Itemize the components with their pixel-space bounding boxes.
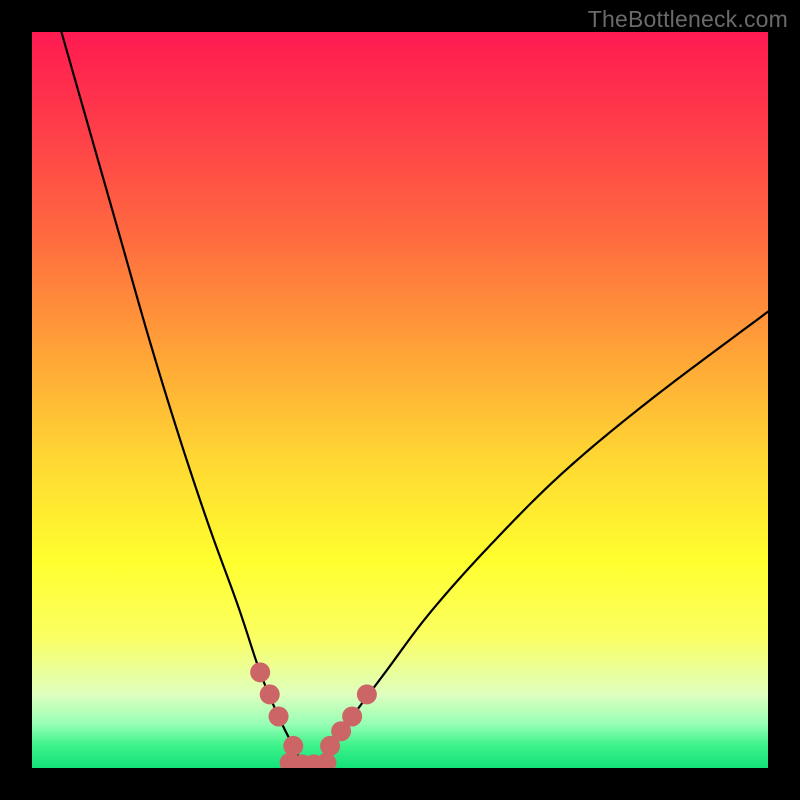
- curve-marker: [357, 684, 377, 704]
- curve-marker: [342, 706, 362, 726]
- curve-marker: [283, 736, 303, 756]
- watermark-text: TheBottleneck.com: [588, 6, 788, 33]
- curve-markers: [250, 662, 377, 768]
- chart-frame: TheBottleneck.com: [0, 0, 800, 800]
- curve-marker: [260, 684, 280, 704]
- curve-marker: [269, 706, 289, 726]
- bottleneck-curve-line: [61, 32, 768, 767]
- curve-marker: [250, 662, 270, 682]
- chart-svg: [32, 32, 768, 768]
- chart-plot-area: [32, 32, 768, 768]
